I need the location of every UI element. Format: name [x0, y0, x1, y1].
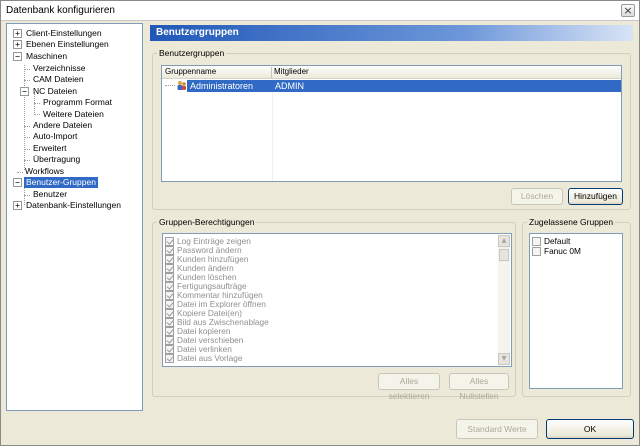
user-groups-list[interactable]: Gruppenname Mitglieder Administratoren A… [161, 65, 622, 182]
column-header-mitglieder[interactable]: Mitglieder [274, 67, 309, 76]
collapse-icon[interactable]: − [13, 178, 22, 187]
user-groups-legend: Benutzergruppen [157, 48, 227, 58]
checkbox[interactable] [165, 327, 174, 336]
tree-line [24, 80, 30, 81]
tree-item-label: Benutzer [33, 189, 68, 199]
tree-item-label: Ebenen Einstellungen [26, 39, 109, 49]
tree-line [24, 195, 30, 196]
expand-icon[interactable]: + [13, 201, 22, 210]
column-separator [271, 67, 272, 78]
tree-line [24, 126, 30, 127]
checkbox[interactable] [165, 300, 174, 309]
checkbox[interactable] [165, 264, 174, 273]
allowed-groups-list[interactable]: Default Fanuc 0M [529, 233, 623, 389]
collapse-icon[interactable]: − [20, 87, 29, 96]
tree-item-label: Datenbank-Einstellungen [26, 200, 121, 210]
select-all-button[interactable]: Alles selektieren [378, 373, 440, 401]
settings-tree[interactable]: + Client-Einstellungen + Ebenen Einstell… [6, 23, 143, 411]
tree-item-label: Programm Format [43, 97, 112, 107]
dialog-window: Datenbank konfigurieren × + Client-Einst… [0, 0, 640, 446]
tree-item-benutzer[interactable]: Benutzer [31, 189, 69, 200]
group-members-cell: ADMIN [275, 81, 304, 91]
ok-button[interactable]: OK [546, 419, 634, 439]
permissions-list[interactable]: Log Einträge zeigen Password ändern Kund… [162, 233, 512, 367]
checkbox[interactable] [165, 309, 174, 318]
close-icon: × [623, 4, 633, 17]
tree-item-label: Benutzer-Gruppen [24, 177, 98, 188]
tree-item-workflows[interactable]: Workflows [23, 166, 66, 177]
allowed-group-label: Default [544, 236, 571, 246]
expand-icon[interactable]: + [13, 29, 22, 38]
tree-line [34, 114, 40, 115]
checkbox[interactable] [165, 246, 174, 255]
tree-line [24, 160, 30, 161]
checkbox[interactable] [165, 282, 174, 291]
title-bar[interactable]: Datenbank konfigurieren × [1, 1, 639, 21]
user-group-icon [177, 81, 186, 90]
scroll-up-icon[interactable]: ▲ [498, 235, 510, 247]
table-row[interactable]: Administratoren ADMIN [162, 80, 621, 92]
checkbox[interactable] [165, 318, 174, 327]
tree-line [24, 149, 30, 150]
default-values-button[interactable]: Standard Werte [456, 419, 538, 439]
checkbox[interactable] [165, 255, 174, 264]
expand-icon[interactable]: + [13, 40, 22, 49]
checkbox[interactable] [165, 291, 174, 300]
checkbox[interactable] [165, 354, 174, 363]
tree-line [24, 69, 30, 70]
checkbox[interactable] [165, 273, 174, 282]
allowed-groups-legend: Zugelassene Gruppen [527, 217, 616, 227]
tree-item-auto-import[interactable]: Auto-Import [31, 131, 79, 142]
tree-item-label: Weitere Dateien [43, 109, 104, 119]
tree-item-weitere-dateien[interactable]: Weitere Dateien [41, 109, 106, 120]
page-title: Benutzergruppen [156, 27, 239, 38]
scroll-thumb[interactable] [499, 249, 509, 261]
tree-item-label: Workflows [25, 166, 65, 176]
group-permissions-legend: Gruppen-Berechtigungen [157, 217, 257, 227]
tree-item-label: Verzeichnisse [33, 63, 86, 73]
checkbox[interactable] [532, 237, 541, 246]
list-header: Gruppenname Mitglieder [162, 66, 621, 79]
tree-item-label: CAM Dateien [33, 74, 84, 84]
checkbox[interactable] [532, 247, 541, 256]
checkbox[interactable] [165, 237, 174, 246]
collapse-icon[interactable]: − [13, 52, 22, 61]
tree-item-label: Übertragung [33, 154, 81, 164]
checkbox[interactable] [165, 345, 174, 354]
permission-label: Datei aus Vorlage [177, 353, 243, 363]
close-button[interactable]: × [621, 4, 635, 17]
window-title: Datenbank konfigurieren [6, 5, 115, 16]
reset-all-button[interactable]: Alles Nullstellen [449, 373, 509, 401]
tree-item-programm-format[interactable]: Programm Format [41, 97, 114, 108]
group-name-cell: Administratoren [190, 81, 254, 91]
tree-line [34, 103, 40, 104]
tree-item-label: Client-Einstellungen [26, 28, 102, 38]
tree-item-cam-dateien[interactable]: CAM Dateien [31, 74, 86, 85]
tree-item-erweitert[interactable]: Erweitert [31, 143, 69, 154]
tree-item-andere-dateien[interactable]: Andere Dateien [31, 120, 94, 131]
page-header: Benutzergruppen [150, 25, 633, 41]
allowed-group-label: Fanuc 0M [544, 246, 581, 256]
column-divider [272, 79, 273, 181]
tree-item-label: Andere Dateien [33, 120, 93, 130]
tree-item-verzeichnisse[interactable]: Verzeichnisse [31, 63, 87, 74]
tree-item-label: Erweitert [33, 143, 67, 153]
scroll-down-icon[interactable]: ▼ [498, 353, 510, 365]
tree-line [165, 85, 175, 86]
permissions-scrollbar[interactable]: ▲ ▼ [498, 235, 510, 365]
checkbox[interactable] [165, 336, 174, 345]
tree-item-label: NC Dateien [33, 86, 77, 96]
tree-item-label: Auto-Import [33, 131, 78, 141]
column-header-gruppenname[interactable]: Gruppenname [165, 67, 216, 76]
tree-item-label: Maschinen [26, 51, 68, 61]
tree-line [24, 137, 30, 138]
add-button[interactable]: Hinzufügen [568, 188, 623, 205]
tree-item-uebertragung[interactable]: Übertragung [31, 154, 82, 165]
delete-button[interactable]: Löschen [511, 188, 563, 205]
